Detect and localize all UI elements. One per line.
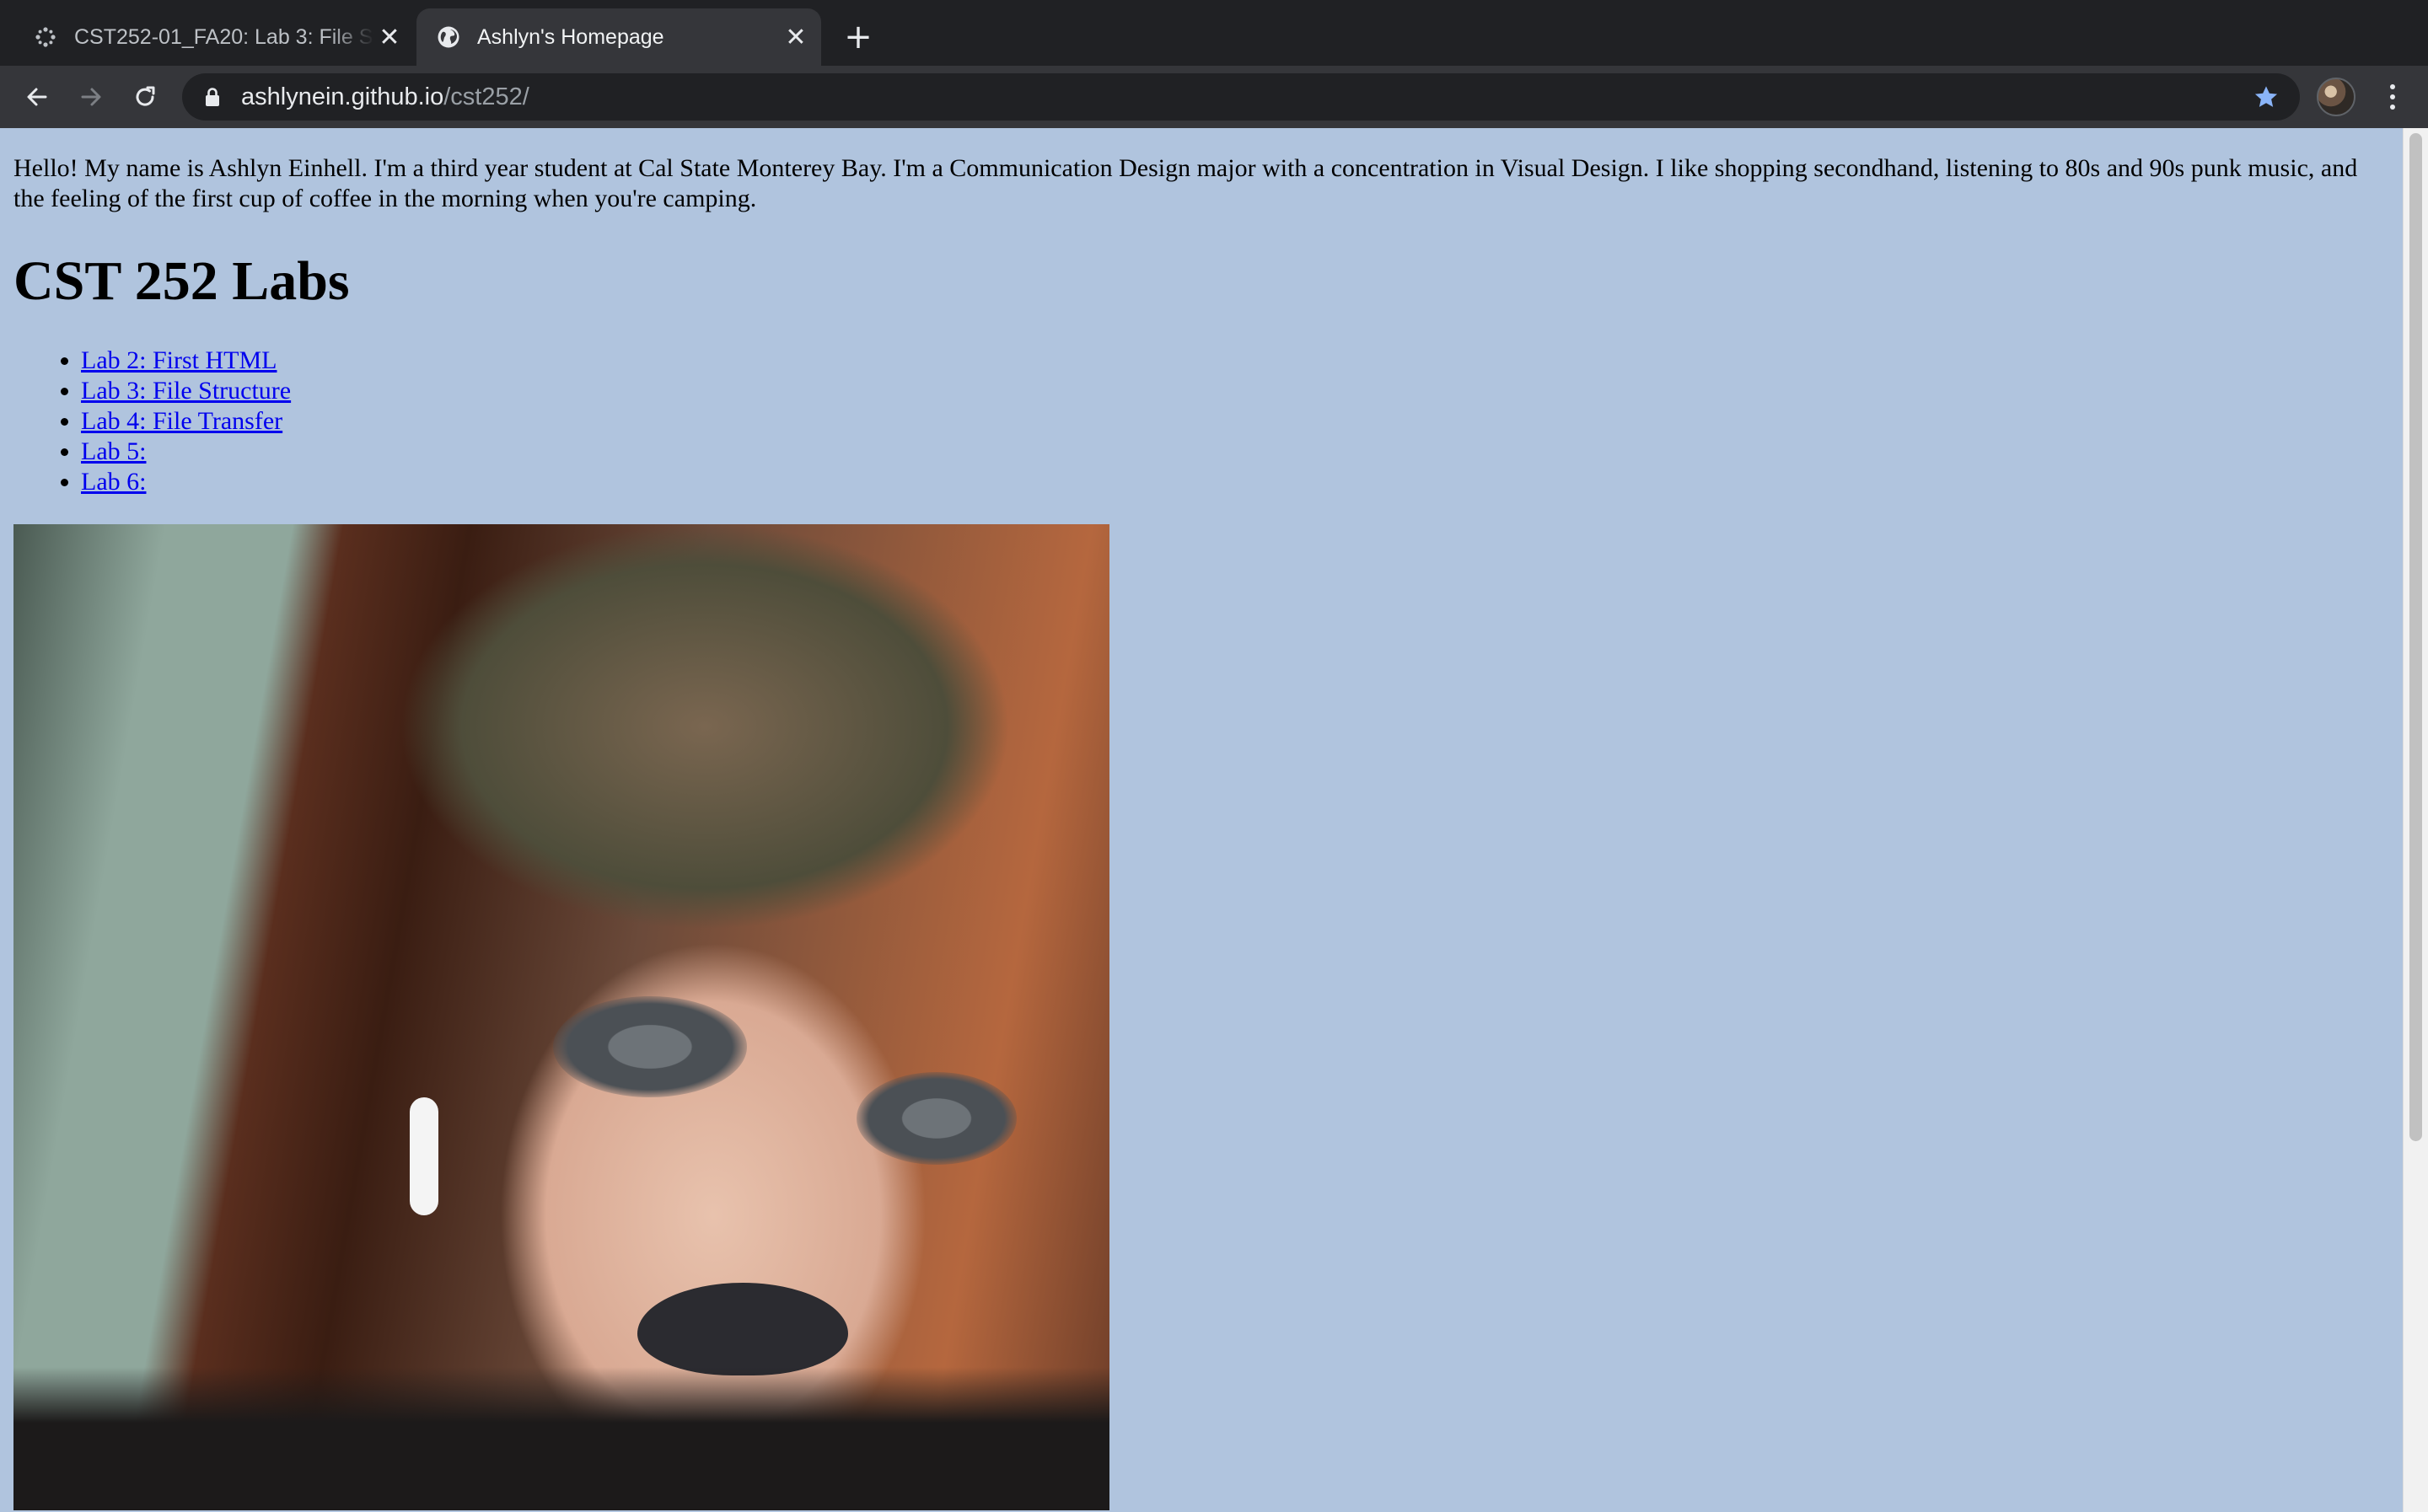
lab-2-link[interactable]: Lab 2: First HTML	[81, 346, 277, 374]
url-text[interactable]: ashlynein.github.io/cst252/	[241, 83, 529, 111]
list-item: Lab 2: First HTML	[81, 346, 2399, 376]
canvas-icon	[34, 25, 57, 49]
globe-icon	[437, 25, 460, 49]
list-item: Lab 3: File Structure	[81, 376, 2399, 406]
lab-4-link[interactable]: Lab 4: File Transfer	[81, 407, 282, 435]
page-content: Hello! My name is Ashlyn Einhell. I'm a …	[13, 128, 2399, 1510]
new-tab-button[interactable]: +	[840, 18, 877, 56]
lab-6-link[interactable]: Lab 6:	[81, 468, 146, 496]
lab-3-link[interactable]: Lab 3: File Structure	[81, 377, 291, 405]
arrow-right-icon	[81, 88, 101, 106]
photo-detail	[410, 1097, 438, 1215]
forward-button[interactable]	[71, 77, 111, 117]
close-tab-icon[interactable]: ✕	[781, 22, 811, 52]
url-host: ashlynein.github.io	[241, 83, 444, 110]
close-tab-icon[interactable]: ✕	[374, 22, 405, 52]
tab-canvas-lab3[interactable]: CST252-01_FA20: Lab 3: File Structure ✕	[19, 8, 415, 66]
lab-5-link[interactable]: Lab 5:	[81, 437, 146, 465]
lock-icon[interactable]	[202, 85, 223, 109]
back-button[interactable]	[17, 77, 57, 117]
url-path: /cst252/	[443, 83, 529, 110]
reload-button[interactable]	[125, 77, 165, 117]
tab-title: Ashlyn's Homepage	[477, 24, 664, 49]
scrollbar-thumb[interactable]	[2409, 133, 2422, 1141]
tab-strip: CST252-01_FA20: Lab 3: File Structure ✕ …	[0, 0, 2428, 66]
labs-list: Lab 2: First HTML Lab 3: File Structure …	[13, 346, 2399, 497]
photo-detail	[553, 996, 747, 1097]
photo-detail	[637, 1283, 848, 1375]
profile-avatar[interactable]	[2317, 78, 2355, 116]
vertical-scrollbar[interactable]	[2403, 128, 2428, 1512]
page-heading: CST 252 Labs	[13, 250, 350, 312]
list-item: Lab 5:	[81, 437, 2399, 467]
photo-detail	[857, 1072, 1017, 1165]
profile-photo	[13, 524, 1109, 1510]
browser-toolbar: ashlynein.github.io/cst252/	[0, 66, 2428, 128]
photo-detail	[13, 1367, 1109, 1510]
tab-ashlyns-homepage[interactable]: Ashlyn's Homepage ✕	[416, 8, 821, 66]
arrow-left-icon	[27, 88, 47, 106]
reload-icon	[136, 86, 155, 106]
intro-paragraph: Hello! My name is Ashlyn Einhell. I'm a …	[13, 154, 2358, 212]
list-item: Lab 4: File Transfer	[81, 406, 2399, 437]
list-item: Lab 6:	[81, 467, 2399, 497]
browser-window: CST252-01_FA20: Lab 3: File Structure ✕ …	[0, 0, 2428, 1512]
browser-menu-icon[interactable]	[2376, 77, 2409, 117]
bookmark-star-icon[interactable]	[2251, 82, 2281, 112]
tab-title: CST252-01_FA20: Lab 3: File Structure	[74, 24, 374, 49]
page-viewport: Hello! My name is Ashlyn Einhell. I'm a …	[0, 128, 2428, 1512]
address-bar[interactable]: ashlynein.github.io/cst252/	[182, 73, 2300, 121]
